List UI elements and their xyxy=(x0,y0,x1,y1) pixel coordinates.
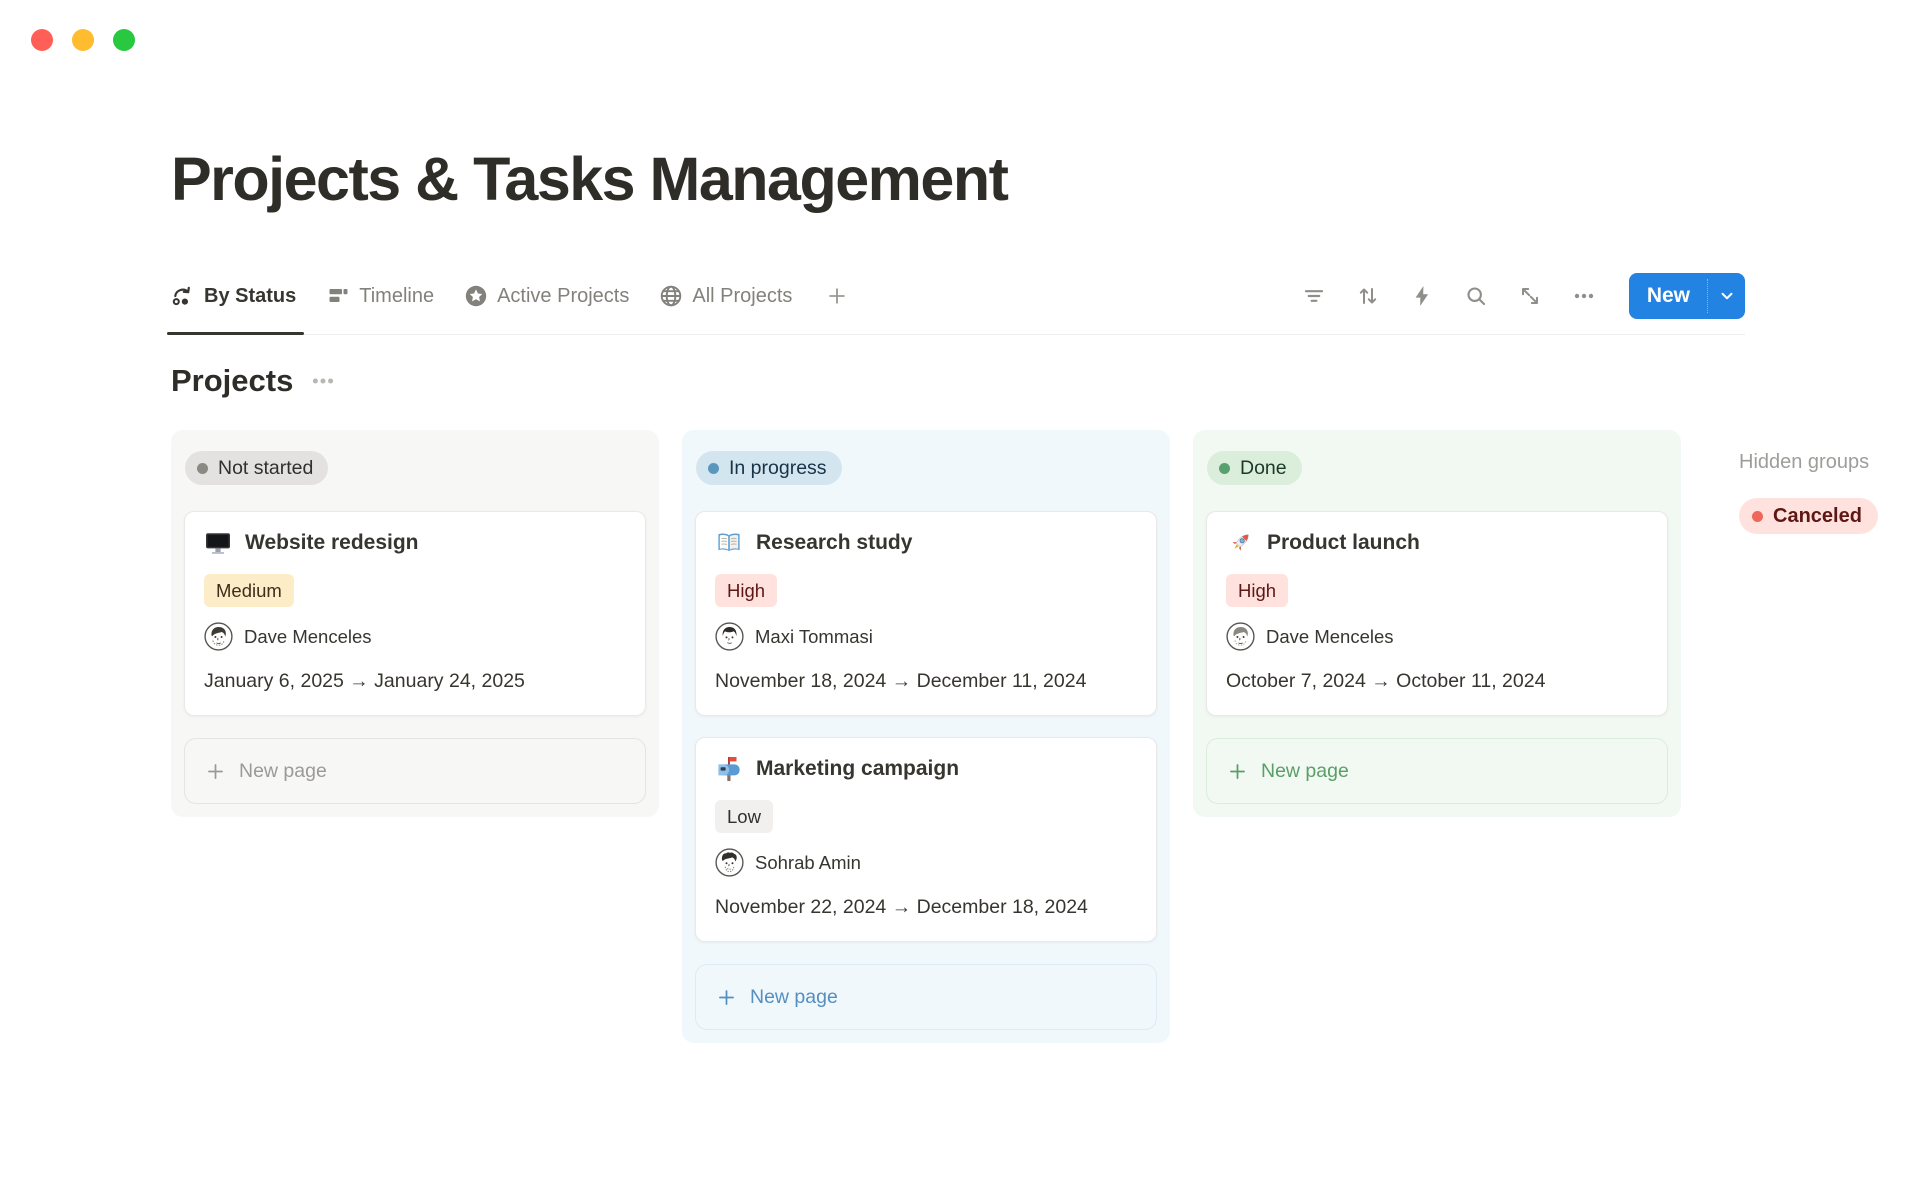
card-title-row: Research study xyxy=(715,529,1135,557)
timeline-icon xyxy=(326,284,350,308)
assignee-row: Dave Menceles xyxy=(204,622,624,651)
plus-icon xyxy=(205,761,226,782)
plus-icon xyxy=(716,987,737,1008)
assignee-name: Dave Menceles xyxy=(244,626,372,648)
card-title-row: Marketing campaign xyxy=(715,755,1135,783)
mailbox-icon xyxy=(715,755,743,783)
column-cards: Product launch High Dave Menceles October 7… xyxy=(1206,511,1668,716)
view-toolbar: New xyxy=(1301,273,1745,319)
star-circle-icon xyxy=(464,284,488,308)
group-pill-in-progress[interactable]: In progress xyxy=(696,451,842,485)
card-title: Website redesign xyxy=(245,531,419,555)
lightning-icon[interactable] xyxy=(1409,283,1435,309)
board-column-not-started: Not started Website redesign Medium Dave Me… xyxy=(171,430,659,817)
filter-icon[interactable] xyxy=(1301,283,1327,309)
assignee-row: Maxi Tommasi xyxy=(715,622,1135,651)
assignee-row: Sohrab Amin xyxy=(715,848,1135,877)
group-dot xyxy=(1752,511,1763,522)
board-title: Projects xyxy=(171,363,293,399)
group-dot xyxy=(1219,463,1230,474)
avatar xyxy=(1226,622,1255,651)
board-column-in-progress: In progress Research study High Maxi Tommas… xyxy=(682,430,1170,1043)
expand-icon[interactable] xyxy=(1517,283,1543,309)
priority-badge: High xyxy=(1226,574,1288,607)
tab-all-projects[interactable]: All Projects xyxy=(659,258,792,334)
column-cards: Research study High Maxi Tommasi November 1… xyxy=(695,511,1157,942)
desktop-computer-icon xyxy=(204,529,232,557)
tab-label: All Projects xyxy=(692,285,792,308)
plus-icon[interactable] xyxy=(824,283,850,309)
open-book-icon xyxy=(715,529,743,557)
hidden-groups-panel: Hidden groups Canceled xyxy=(1739,430,1920,534)
more-icon[interactable] xyxy=(1571,283,1597,309)
assignee-name: Sohrab Amin xyxy=(755,852,861,874)
date-range: October 7, 2024 → October 11, 2024 xyxy=(1226,668,1646,695)
card-title: Research study xyxy=(756,531,912,555)
date-range: November 22, 2024 → December 18, 2024 xyxy=(715,894,1135,921)
new-button[interactable]: New xyxy=(1629,273,1745,319)
project-card[interactable]: Product launch High Dave Menceles October 7… xyxy=(1206,511,1668,716)
board-more-icon[interactable] xyxy=(310,368,336,394)
globe-icon xyxy=(659,284,683,308)
hidden-group-label: Canceled xyxy=(1773,505,1862,528)
priority-badge: Medium xyxy=(204,574,294,607)
group-dot xyxy=(197,463,208,474)
window-controls xyxy=(31,29,135,51)
new-page-label: New page xyxy=(1261,760,1349,783)
hidden-group-pill-canceled[interactable]: Canceled xyxy=(1739,498,1878,534)
card-title-row: Product launch xyxy=(1226,529,1646,557)
assignee-name: Maxi Tommasi xyxy=(755,626,873,648)
board-column-done: Done Product launch High Dave Menceles Octob… xyxy=(1193,430,1681,817)
assignee-name: Dave Menceles xyxy=(1266,626,1394,648)
group-label: In progress xyxy=(729,457,827,480)
hidden-groups-label: Hidden groups xyxy=(1739,451,1920,474)
project-card[interactable]: Research study High Maxi Tommasi November 1… xyxy=(695,511,1157,716)
tab-label: Active Projects xyxy=(497,285,629,308)
avatar xyxy=(204,622,233,651)
new-button-label: New xyxy=(1629,273,1707,319)
date-range: November 18, 2024 → December 11, 2024 xyxy=(715,668,1135,695)
card-title: Product launch xyxy=(1267,531,1420,555)
new-page-label: New page xyxy=(750,986,838,1009)
new-page-button[interactable]: New page xyxy=(1206,738,1668,804)
status-loop-icon xyxy=(171,284,195,308)
tab-timeline[interactable]: Timeline xyxy=(326,258,434,334)
column-cards: Website redesign Medium Dave Menceles Janua… xyxy=(184,511,646,716)
new-page-label: New page xyxy=(239,760,327,783)
project-card[interactable]: Website redesign Medium Dave Menceles Janua… xyxy=(184,511,646,716)
plus-icon xyxy=(1227,761,1248,782)
search-icon[interactable] xyxy=(1463,283,1489,309)
rocket-icon xyxy=(1226,529,1254,557)
card-title-row: Website redesign xyxy=(204,529,624,557)
priority-badge: High xyxy=(715,574,777,607)
card-title: Marketing campaign xyxy=(756,757,959,781)
group-label: Not started xyxy=(218,457,313,480)
page-title: Projects & Tasks Management xyxy=(171,142,1749,216)
avatar xyxy=(715,622,744,651)
tab-by-status[interactable]: By Status xyxy=(171,258,296,334)
group-label: Done xyxy=(1240,457,1287,480)
priority-badge: Low xyxy=(715,800,773,833)
zoom-window-button[interactable] xyxy=(113,29,135,51)
group-dot xyxy=(708,463,719,474)
new-page-button[interactable]: New page xyxy=(695,964,1157,1030)
view-tab-bar: By Status Timeline Active Projects All Proj… xyxy=(171,258,1745,335)
avatar xyxy=(715,848,744,877)
sort-icon[interactable] xyxy=(1355,283,1381,309)
assignee-row: Dave Menceles xyxy=(1226,622,1646,651)
notion-window: Projects & Tasks Management By Status Tim… xyxy=(0,0,1920,1200)
minimize-window-button[interactable] xyxy=(72,29,94,51)
group-pill-done[interactable]: Done xyxy=(1207,451,1302,485)
tab-label: By Status xyxy=(204,285,296,308)
project-card[interactable]: Marketing campaign Low Sohrab Amin November… xyxy=(695,737,1157,942)
new-page-button[interactable]: New page xyxy=(184,738,646,804)
group-pill-not-started[interactable]: Not started xyxy=(185,451,328,485)
tab-label: Timeline xyxy=(359,285,434,308)
date-range: January 6, 2025 → January 24, 2025 xyxy=(204,668,624,695)
close-window-button[interactable] xyxy=(31,29,53,51)
chevron-down-icon[interactable] xyxy=(1708,273,1745,319)
tab-active-projects[interactable]: Active Projects xyxy=(464,258,629,334)
